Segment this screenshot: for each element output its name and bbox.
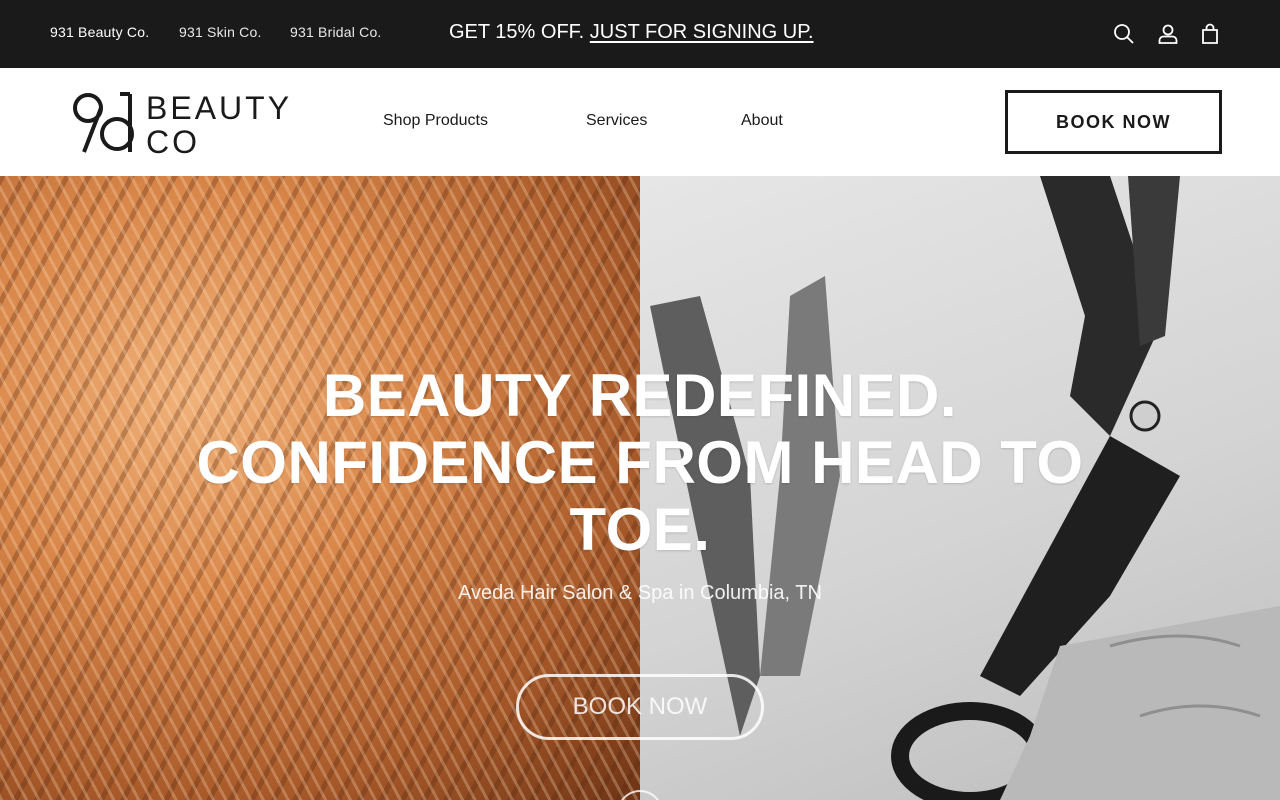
logo-word-beauty: BEAUTY bbox=[146, 90, 293, 126]
brand-link-beauty-co[interactable]: 931 Beauty Co. bbox=[50, 24, 149, 40]
logo-mark-icon bbox=[73, 92, 134, 153]
hero-heading: BEAUTY REDEFINED. CONFIDENCE FROM HEAD T… bbox=[196, 362, 1084, 563]
book-now-button[interactable]: BOOK NOW bbox=[1005, 90, 1222, 154]
announcement-bar: 931 Beauty Co. 931 Skin Co. 931 Bridal C… bbox=[0, 0, 1280, 68]
promo-text: GET 15% OFF. bbox=[449, 21, 585, 43]
nav-services[interactable]: Services bbox=[586, 112, 647, 130]
nav-about[interactable]: About bbox=[741, 112, 783, 130]
site-header: BEAUTY CO Shop Products Services About B… bbox=[0, 68, 1280, 176]
logo-word-co: CO bbox=[146, 124, 200, 160]
hero-subheading: Aveda Hair Salon & Spa in Columbia, TN bbox=[458, 582, 822, 604]
search-icon[interactable] bbox=[1112, 22, 1136, 46]
promo-banner: GET 15% OFF. JUST FOR SIGNING UP. bbox=[449, 21, 814, 44]
brand-link-bridal-co[interactable]: 931 Bridal Co. bbox=[290, 24, 382, 40]
promo-signup-link[interactable]: JUST FOR SIGNING UP. bbox=[590, 21, 814, 43]
brand-link-skin-co[interactable]: 931 Skin Co. bbox=[179, 24, 262, 40]
account-icon[interactable] bbox=[1156, 22, 1180, 46]
hero-book-now-button[interactable]: BOOK NOW bbox=[516, 674, 764, 740]
cart-icon[interactable] bbox=[1198, 22, 1222, 46]
hero-section: BEAUTY REDEFINED. CONFIDENCE FROM HEAD T… bbox=[0, 176, 1280, 800]
nav-shop-products[interactable]: Shop Products bbox=[383, 112, 488, 130]
logo[interactable]: BEAUTY CO bbox=[72, 90, 293, 160]
